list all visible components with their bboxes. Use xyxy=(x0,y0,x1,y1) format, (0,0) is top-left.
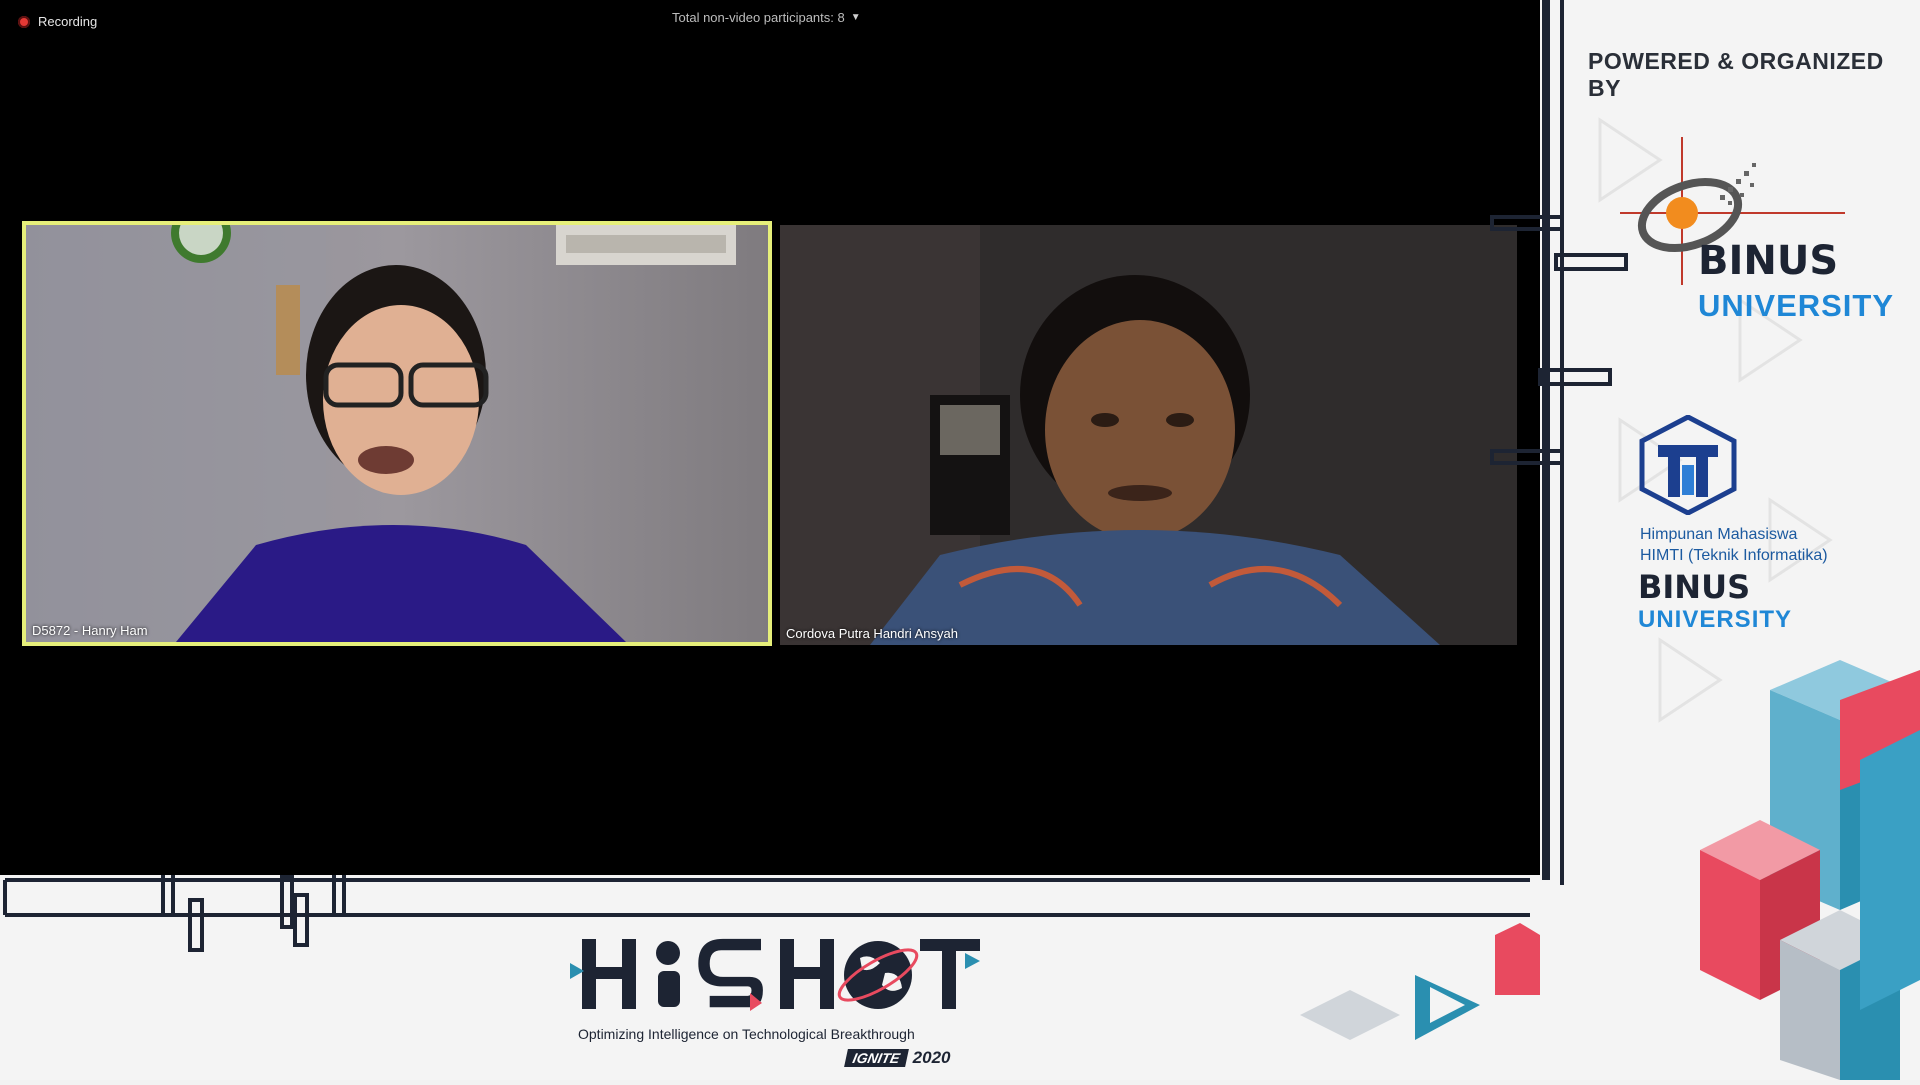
chevron-down-icon: ▼ xyxy=(850,12,861,23)
himti-logo-icon xyxy=(1639,415,1737,515)
recording-label: Recording xyxy=(38,14,98,29)
sponsors-header: POWERED & ORGANIZED BY xyxy=(1588,48,1884,101)
binus-university-text: UNIVERSITY xyxy=(1698,288,1895,323)
participants-label: Total non-video participants: 8 xyxy=(672,10,845,25)
ignite-badge: IGNITE 2020 xyxy=(844,1048,951,1068)
video-stage: Recording Total non-video participants: … xyxy=(0,0,1540,875)
event-logo xyxy=(570,933,990,1028)
himti-university-text: UNIVERSITY xyxy=(1638,606,1793,633)
participant-video-feed xyxy=(780,225,1517,645)
video-tile-active-speaker[interactable]: D5872 - Hanry Ham xyxy=(22,221,772,646)
ignite-year: 2020 xyxy=(912,1048,951,1067)
participant-name: D5872 - Hanry Ham xyxy=(32,623,148,638)
recording-dot-icon xyxy=(18,15,30,28)
non-video-participants-dropdown[interactable]: Total non-video participants: 8 ▼ xyxy=(672,10,861,25)
frame-connectors xyxy=(1490,215,1628,465)
himti-name-line2: HIMTI (Teknik Informatika) xyxy=(1640,547,1828,564)
himti-name-line1: Himpunan Mahasiswa xyxy=(1640,526,1798,543)
ignite-label: IGNITE xyxy=(844,1049,909,1067)
hishot-logo-icon xyxy=(570,938,980,1011)
recording-indicator[interactable]: Recording xyxy=(18,14,97,29)
himti-binus-text: BINUS xyxy=(1638,568,1751,606)
event-tagline: Optimizing Intelligence on Technological… xyxy=(578,1026,915,1042)
participant-video-feed xyxy=(26,225,768,642)
participant-name: Cordova Putra Handri Ansyah xyxy=(786,626,958,641)
binus-logo-text: BINUS xyxy=(1698,238,1839,284)
video-tile-participant[interactable]: Cordova Putra Handri Ansyah xyxy=(780,225,1517,645)
